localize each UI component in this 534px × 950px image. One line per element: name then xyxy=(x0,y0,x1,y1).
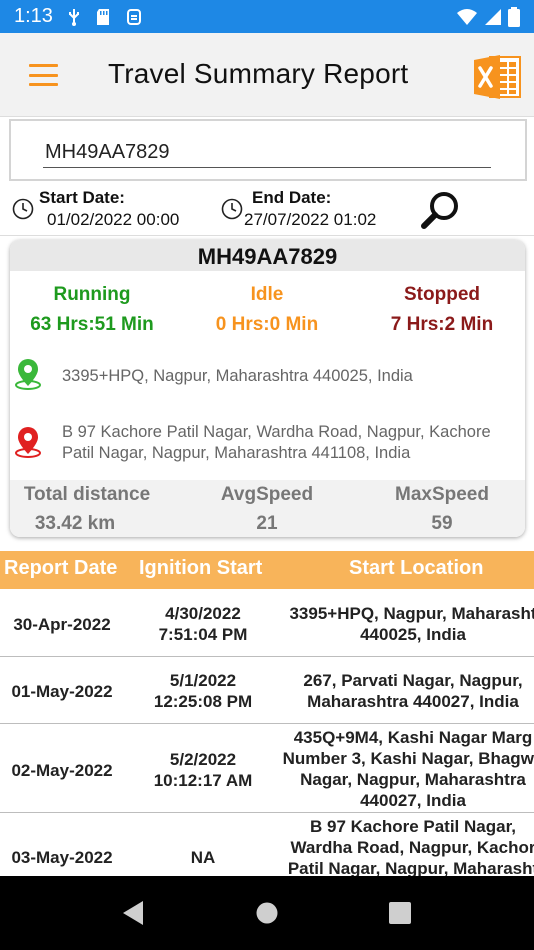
running-value: 63 Hrs:51 Min xyxy=(30,314,154,335)
report-table-header: Report Date Ignition Start Start Locatio… xyxy=(0,551,534,589)
ignition-time-cell: 10:12:17 AM xyxy=(153,771,253,790)
end-address-line-1: B 97 Kachore Patil Nagar, Wardha Road, N… xyxy=(62,423,491,441)
ignition-date-cell: 5/1/2022 xyxy=(169,671,237,690)
report-table: 30-Apr-2022 4/30/2022 7:51:04 PM 3395+HP… xyxy=(0,589,534,876)
ignition-date-cell: NA xyxy=(190,848,216,867)
navigation-bar xyxy=(0,876,534,950)
start-location-cell: Maharashtra 440027, India xyxy=(307,692,519,711)
signal-icon xyxy=(485,8,501,25)
report-date-cell: 02-May-2022 xyxy=(11,761,113,780)
ignition-time-cell: 7:51:04 PM xyxy=(158,625,248,644)
table-row[interactable]: 03-May-2022 NA B 97 Kachore Patil Nagar,… xyxy=(0,813,534,876)
avg-speed-label: AvgSpeed xyxy=(220,484,314,505)
distance-label: Total distance xyxy=(23,484,151,505)
end-location-pin-icon xyxy=(15,427,41,458)
column-header-ignition-start: Ignition Start xyxy=(139,557,263,579)
start-location-cell: 440025, India xyxy=(360,625,466,644)
start-location-cell: Nagar, Nagpur, Maharashtra xyxy=(300,770,526,789)
status-system-icons xyxy=(456,6,520,27)
sd-card-icon xyxy=(96,8,109,25)
end-address-line-2: Patil Nagar, Nagpur, Maharashtra 441108,… xyxy=(62,444,411,462)
table-row[interactable]: 01-May-2022 5/1/2022 12:25:08 PM 267, Pa… xyxy=(0,657,534,724)
end-date-value[interactable]: 27/07/2022 01:02 xyxy=(244,210,376,230)
search-icon[interactable] xyxy=(420,190,462,230)
start-address: 3395+HPQ, Nagpur, Maharashtra 440025, In… xyxy=(62,367,413,385)
start-location-cell: 440027, India xyxy=(360,791,466,810)
ignition-time-cell: 12:25:08 PM xyxy=(153,692,253,711)
ignition-date-cell: 5/2/2022 xyxy=(169,750,237,769)
column-header-start-location: Start Location xyxy=(349,557,484,579)
stopped-label: Stopped xyxy=(404,284,480,305)
vehicle-number-input[interactable] xyxy=(43,138,491,168)
start-date-clock-icon[interactable] xyxy=(12,198,34,220)
start-location-cell: Patil Nagar, Nagpur, Maharasht xyxy=(287,859,534,876)
battery-icon xyxy=(508,6,520,27)
recents-icon[interactable] xyxy=(389,902,411,924)
report-date-cell: 30-Apr-2022 xyxy=(13,615,111,634)
summary-card: MH49AA7829 Running 63 Hrs:51 Min Idle 0 … xyxy=(10,240,525,537)
ignition-date-cell: 4/30/2022 xyxy=(165,604,241,623)
column-header-report-date: Report Date xyxy=(4,557,118,579)
app-bar: Travel Summary Report xyxy=(0,33,534,117)
start-date-label: Start Date: xyxy=(39,188,125,207)
start-location-cell: B 97 Kachore Patil Nagar, xyxy=(310,817,516,836)
home-icon[interactable] xyxy=(256,902,278,924)
summary-vehicle-number: MH49AA7829 xyxy=(10,240,525,271)
table-row[interactable]: 30-Apr-2022 4/30/2022 7:51:04 PM 3395+HP… xyxy=(0,589,534,657)
max-speed-value: 59 xyxy=(431,513,453,534)
vehicle-box xyxy=(9,119,527,181)
summary-footer: Total distance 33.42 km AvgSpeed 21 MaxS… xyxy=(10,480,525,537)
distance-value: 33.42 km xyxy=(34,513,116,534)
date-range-row: Start Date: 01/02/2022 00:00 End Date: 2… xyxy=(0,182,534,236)
back-icon[interactable] xyxy=(122,900,144,926)
end-date-label: End Date: xyxy=(252,188,332,207)
hamburger-menu-icon[interactable] xyxy=(29,64,58,86)
stopped-value: 7 Hrs:2 Min xyxy=(390,314,494,335)
page-title: Travel Summary Report xyxy=(108,58,409,89)
start-location-cell: Number 3, Kashi Nagar, Bhagwa xyxy=(282,749,534,768)
running-label: Running xyxy=(53,284,131,305)
status-bar: 1:13 xyxy=(0,0,534,33)
wifi-icon xyxy=(457,8,477,25)
idle-value: 0 Hrs:0 Min xyxy=(215,314,319,335)
start-date-value[interactable]: 01/02/2022 00:00 xyxy=(47,210,179,230)
start-location-cell: 267, Parvati Nagar, Nagpur, xyxy=(303,671,523,690)
status-time: 1:13 xyxy=(14,5,53,27)
status-notification-icons xyxy=(67,8,143,26)
start-location-pin-icon xyxy=(15,359,41,390)
report-date-cell: 03-May-2022 xyxy=(11,848,113,867)
sync-icon xyxy=(126,8,141,25)
end-date-clock-icon[interactable] xyxy=(221,198,243,220)
avg-speed-value: 21 xyxy=(256,513,278,534)
start-location-cell: Wardha Road, Nagpur, Kachor xyxy=(290,838,534,857)
idle-label: Idle xyxy=(250,284,284,305)
usb-icon xyxy=(68,8,79,26)
start-location-cell: 3395+HPQ, Nagpur, Maharasht xyxy=(289,604,534,623)
table-row[interactable]: 02-May-2022 5/2/2022 10:12:17 AM 435Q+9M… xyxy=(0,724,534,813)
start-location-cell: 435Q+9M4, Kashi Nagar Marg xyxy=(293,728,533,747)
report-date-cell: 01-May-2022 xyxy=(11,682,113,701)
max-speed-label: MaxSpeed xyxy=(395,484,489,505)
excel-export-icon[interactable] xyxy=(472,53,522,101)
